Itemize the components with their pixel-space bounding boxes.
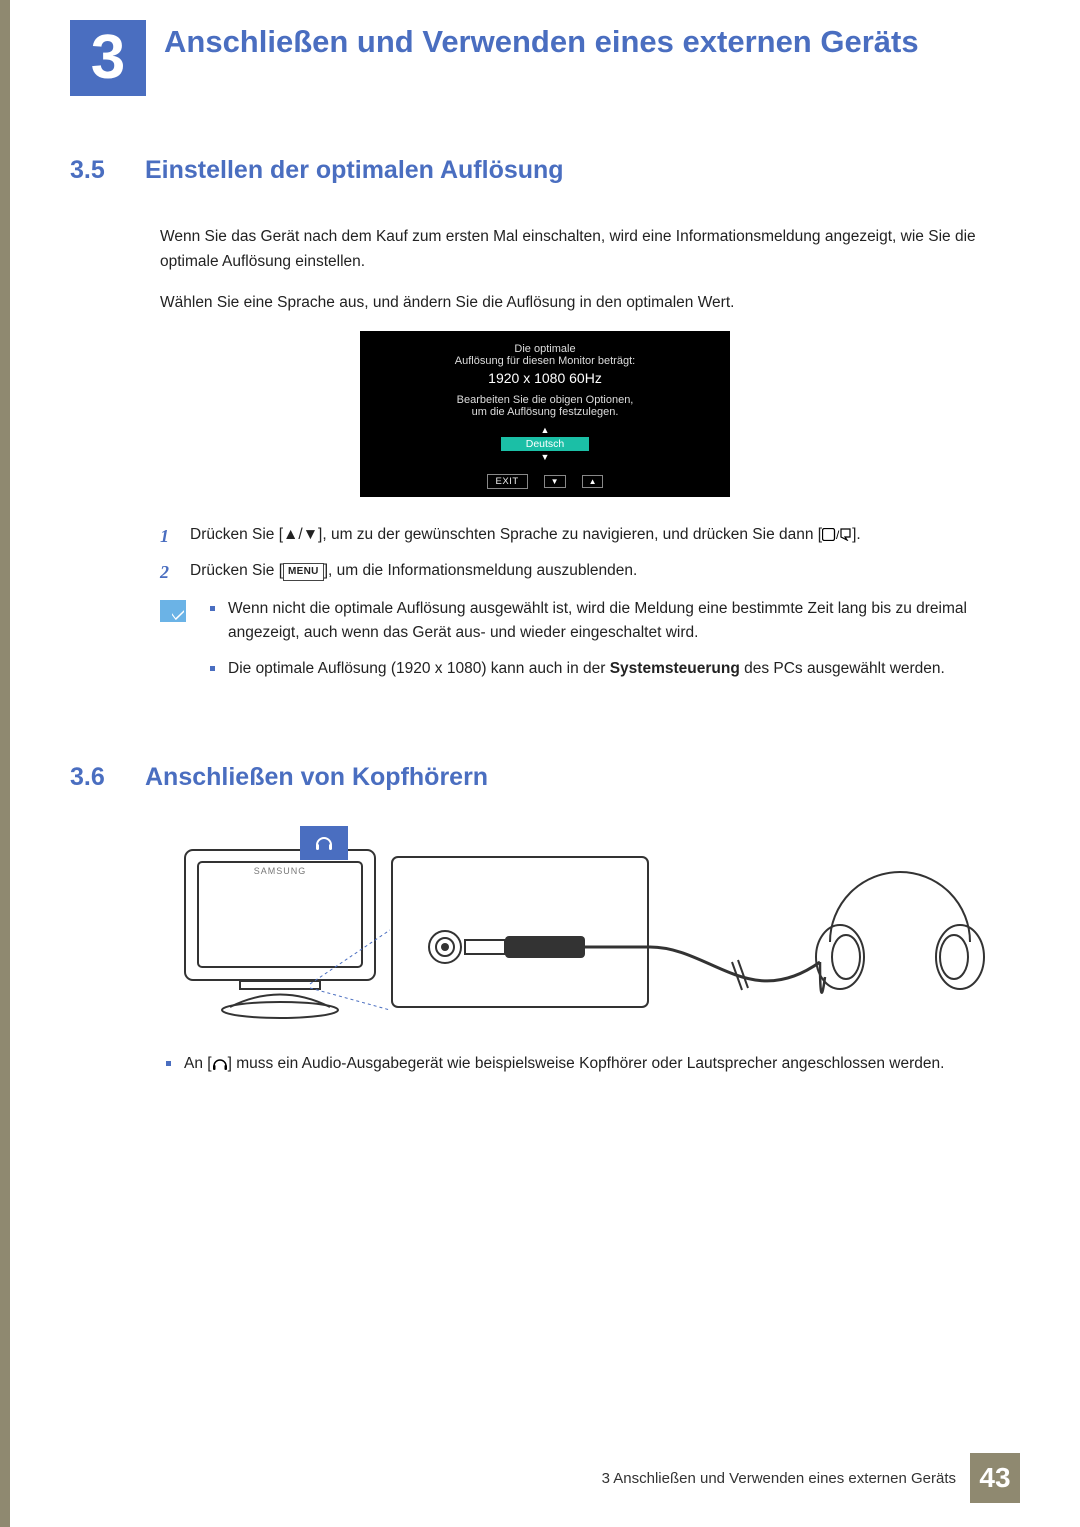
- osd-language: Deutsch: [501, 437, 589, 451]
- triangle-down-icon: ▼: [541, 453, 550, 462]
- step-text: ], um zu der gewünschten Sprache zu navi…: [318, 526, 822, 543]
- step-list: 1 Drücken Sie [▲/▼], um zu der gewünscht…: [160, 523, 1020, 587]
- osd-exit-button: EXIT: [487, 474, 528, 489]
- monitor-illustration: SAMSUNG: [170, 832, 390, 1032]
- section-title: Einstellen der optimalen Auflösung: [145, 156, 564, 185]
- section-heading-3-6: 3.6 Anschließen von Kopfhörern: [70, 763, 1020, 792]
- note-text: Die optimale Auflösung (1920 x 1080) kan…: [228, 660, 610, 677]
- svg-text:/: /: [836, 528, 840, 541]
- headphones-illustration: [650, 832, 990, 1032]
- osd-screenshot: Die optimale Auflösung für diesen Monito…: [70, 331, 1020, 497]
- osd-line: Bearbeiten Sie die obigen Optionen,: [370, 394, 720, 406]
- menu-button-icon: MENU: [283, 563, 324, 581]
- osd-line: Auflösung für diesen Monitor beträgt:: [370, 355, 720, 367]
- section-number: 3.6: [70, 763, 125, 792]
- step-number: 2: [160, 559, 176, 587]
- note-block: Wenn nicht die optimale Auflösung ausgew…: [160, 597, 1020, 693]
- step-text: ].: [852, 526, 861, 543]
- osd-resolution: 1920 x 1080 60Hz: [370, 370, 720, 386]
- connection-diagram: SAMSUNG: [170, 832, 1020, 1032]
- note-item: Die optimale Auflösung (1920 x 1080) kan…: [204, 657, 1020, 681]
- bullet-item: An [ ] muss ein Audio-Ausgabegerät wie be…: [160, 1052, 1020, 1079]
- bullet-text: ] muss ein Audio-Ausgabegerät wie beispi…: [228, 1055, 945, 1072]
- bullet-text: An [: [184, 1055, 212, 1072]
- osd-line: um die Auflösung festzulegen.: [370, 406, 720, 418]
- window-enter-icon: /: [822, 528, 852, 541]
- chapter-title: Anschließen und Verwenden eines externen…: [164, 20, 919, 60]
- step-text: Drücken Sie [: [190, 526, 283, 543]
- bullet-list: An [ ] muss ein Audio-Ausgabegerät wie be…: [160, 1052, 1020, 1079]
- note-text: des PCs ausgewählt werden.: [740, 660, 945, 677]
- chapter-number-badge: 3: [70, 20, 146, 96]
- chapter-header: 3 Anschließen und Verwenden eines extern…: [70, 20, 1020, 96]
- note-icon: [160, 600, 186, 622]
- jack-detail-illustration: [390, 832, 650, 1032]
- triangle-up-icon: ▲: [541, 426, 550, 435]
- paragraph: Wählen Sie eine Sprache aus, und ändern …: [160, 291, 1020, 316]
- step-text: ], um die Informationsmeldung auszublend…: [324, 562, 638, 579]
- step-number: 1: [160, 523, 176, 551]
- note-bold: Systemsteuerung: [610, 660, 740, 677]
- step-2: 2 Drücken Sie [MENU], um die Information…: [160, 559, 1020, 587]
- page-number-badge: 43: [970, 1453, 1020, 1503]
- section-number: 3.5: [70, 156, 125, 185]
- osd-line: Die optimale: [370, 343, 720, 355]
- headphone-icon: [212, 1055, 228, 1079]
- step-text: Drücken Sie [: [190, 562, 283, 579]
- section-heading-3-5: 3.5 Einstellen der optimalen Auflösung: [70, 156, 1020, 185]
- page-content: 3 Anschließen und Verwenden eines extern…: [0, 0, 1080, 1527]
- osd-down-icon: ▼: [544, 475, 566, 488]
- svg-text:SAMSUNG: SAMSUNG: [254, 866, 307, 876]
- osd-up-icon: ▲: [582, 475, 604, 488]
- page-footer: 3 Anschließen und Verwenden eines extern…: [0, 1453, 1080, 1503]
- footer-chapter-text: 3 Anschließen und Verwenden eines extern…: [602, 1470, 956, 1487]
- note-item: Wenn nicht die optimale Auflösung ausgew…: [204, 597, 1020, 645]
- arrow-up-down-icon: ▲/▼: [283, 526, 318, 543]
- headphone-label-icon: [300, 826, 348, 860]
- paragraph: Wenn Sie das Gerät nach dem Kauf zum ers…: [160, 225, 1020, 275]
- section-title: Anschließen von Kopfhörern: [145, 763, 488, 792]
- step-1: 1 Drücken Sie [▲/▼], um zu der gewünscht…: [160, 523, 1020, 551]
